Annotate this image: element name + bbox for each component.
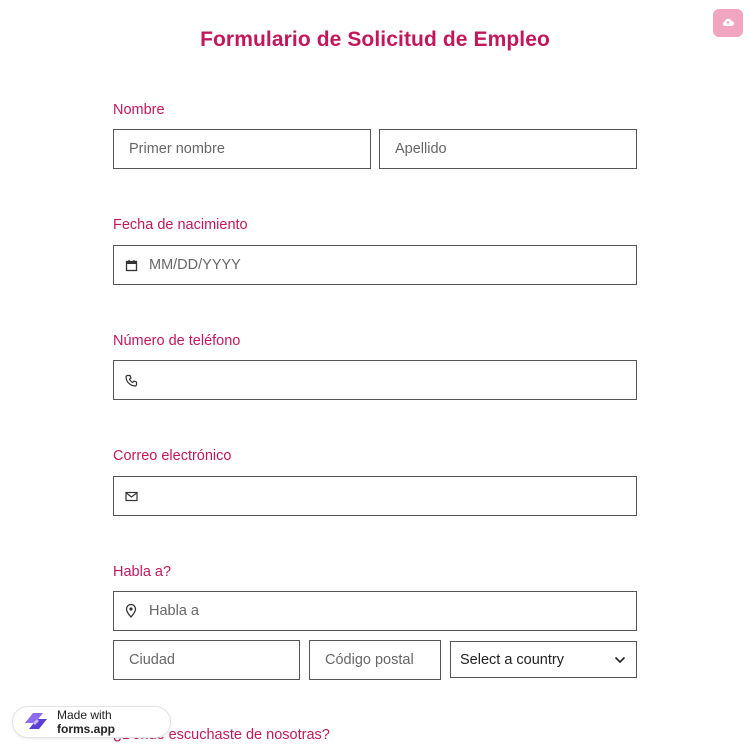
street-address-input[interactable]: Habla a — [113, 591, 637, 631]
country-select[interactable]: Select a country — [450, 641, 637, 678]
birthdate-placeholder: MM/DD/YYYY — [149, 257, 241, 273]
chevron-down-icon — [614, 652, 626, 668]
country-select-value: Select a country — [460, 651, 564, 668]
first-name-input[interactable]: Primer nombre — [113, 129, 371, 169]
badge-text: Made with forms.app — [57, 708, 170, 736]
badge-prefix: Made with — [57, 708, 112, 722]
phone-label: Número de teléfono — [113, 333, 241, 349]
mail-icon — [123, 488, 139, 504]
location-pin-icon — [123, 603, 139, 619]
first-name-placeholder: Primer nombre — [129, 141, 225, 157]
city-input[interactable]: Ciudad — [113, 640, 300, 680]
zip-input[interactable]: Código postal — [309, 640, 441, 680]
forms-app-logo-icon — [21, 709, 51, 736]
birthdate-input[interactable]: MM/DD/YYYY — [113, 245, 637, 285]
page-title: Formulario de Solicitud de Empleo — [200, 28, 550, 51]
dob-label: Fecha de nacimiento — [113, 217, 248, 233]
street-address-placeholder: Habla a — [149, 603, 199, 619]
address-label: Habla a? — [113, 564, 172, 580]
email-input[interactable] — [113, 476, 637, 516]
cloud-upload-icon — [722, 14, 734, 32]
badge-brand: forms.app — [57, 722, 116, 736]
phone-input[interactable] — [113, 360, 637, 400]
name-label: Nombre — [113, 102, 165, 118]
phone-icon — [123, 372, 139, 388]
last-name-placeholder: Apellido — [395, 141, 447, 157]
city-placeholder: Ciudad — [129, 652, 175, 668]
last-name-input[interactable]: Apellido — [379, 129, 637, 169]
email-label: Correo electrónico — [113, 448, 232, 464]
calendar-icon — [123, 257, 139, 273]
upload-button[interactable] — [713, 9, 743, 37]
zip-placeholder: Código postal — [325, 652, 414, 668]
made-with-badge[interactable]: Made with forms.app — [12, 706, 171, 738]
